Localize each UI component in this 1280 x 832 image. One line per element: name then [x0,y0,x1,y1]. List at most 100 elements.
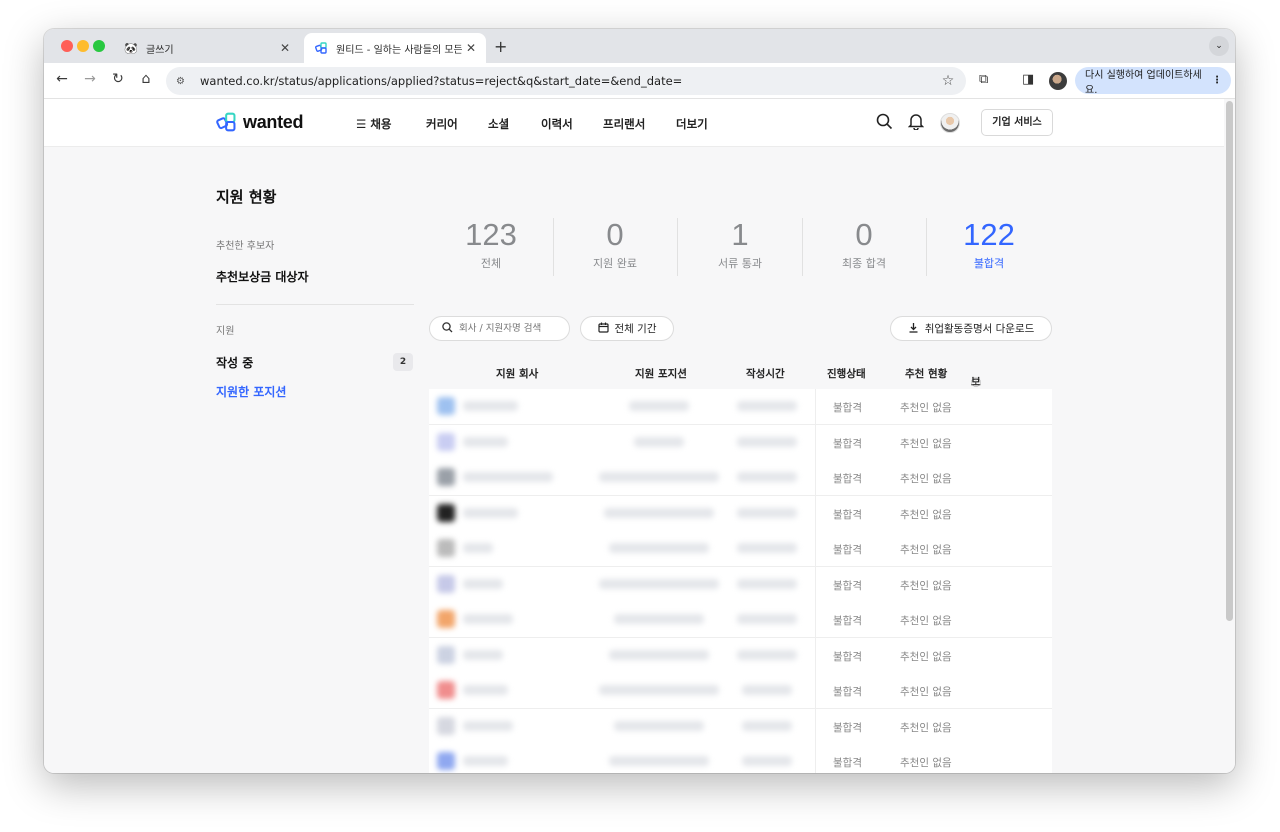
bell-icon[interactable] [907,113,925,134]
tab-search-chevron-icon[interactable]: ⌄ [1209,36,1229,56]
position-redacted [629,401,689,411]
table-row[interactable]: 불합격 추천인 없음 [429,460,1052,496]
forward-icon[interactable]: → [80,71,100,87]
table-row[interactable]: 불합격 추천인 없음 [429,708,1052,745]
nav-item-career[interactable]: 커리어 [426,116,458,132]
created-time-redacted [742,720,792,731]
status-cell: 불합격 [833,650,862,663]
wanted-logo[interactable]: wanted [216,111,304,133]
nav-item-jobs[interactable]: ☰ 채용 [356,116,391,132]
nav-item-more[interactable]: 더보기 [676,116,708,132]
minimize-window-button[interactable] [77,40,89,52]
nav-item-resume[interactable]: 이력서 [541,116,573,132]
table-row[interactable]: 불합격 추천인 없음 [429,602,1052,638]
table-header: 지원 회사 지원 포지션 작성시간 진행상태 추천 현황 보상금 신청 ⓘ [429,358,1052,448]
applications-label: 지원 [216,326,235,337]
column-divider [815,495,816,532]
stat-value: 123 [465,217,517,252]
company-name-redacted [463,472,553,482]
url-text[interactable]: wanted.co.kr/status/applications/applied… [200,74,938,88]
tab-wanted[interactable]: 원티드 - 일하는 사람들의 모든 가능 ✕ [304,33,486,63]
column-divider [815,531,816,567]
created-time-redacted [737,578,797,589]
extensions-icon[interactable]: ⧉ [979,72,988,87]
tab-write[interactable]: 🐼 글쓰기 ✕ [114,33,300,63]
tab-strip: 🐼 글쓰기 ✕ 원티드 - 일하는 사람들의 모든 가능 ✕ + ⌄ [44,29,1235,63]
created-time-redacted [737,614,797,624]
table-row[interactable]: 불합격 추천인 없음 [429,566,1052,603]
stat-value: 1 [731,217,749,252]
back-icon[interactable]: ← [52,71,72,87]
table-row[interactable]: 불합격 추천인 없음 [429,744,1052,773]
search-box[interactable] [429,316,570,341]
site-info-icon[interactable]: ⚙ [176,76,192,87]
scrollbar[interactable] [1226,101,1233,621]
stat-document-passed[interactable]: 1 서류 통과 [678,217,802,271]
page-title: 지원 현황 [216,188,277,206]
company-logo [437,645,455,664]
header-company: 지원 회사 [496,368,539,380]
column-divider [815,602,816,638]
status-cell: 불합격 [833,579,862,592]
close-window-button[interactable] [61,40,73,52]
company-name-redacted [463,649,503,660]
position-redacted [614,614,704,624]
stat-total[interactable]: 123 전체 [429,217,553,271]
company-logo [437,752,455,770]
nav-item-freelancer[interactable]: 프리랜서 [603,116,645,132]
help-icon[interactable]: ⓘ [971,374,981,389]
column-divider [815,673,816,709]
search-icon[interactable] [876,113,893,134]
profile-avatar[interactable] [1049,72,1067,90]
table-row[interactable]: 불합격 추천인 없음 [429,389,1052,425]
corporate-service-button[interactable]: 기업 서비스 [981,109,1053,136]
table-row[interactable]: 불합격 추천인 없음 [429,637,1052,674]
reload-icon[interactable]: ↻ [108,71,128,87]
update-label: 다시 실행하여 업데이트하세요. [1085,69,1202,96]
side-panel-icon[interactable]: ◨ [1022,72,1034,87]
position-redacted [604,507,714,518]
created-time-redacted [737,436,797,447]
drafts-count-badge: 2 [393,353,413,371]
status-cell: 불합격 [833,402,862,414]
company-name-redacted [463,401,518,411]
calendar-icon [597,322,609,336]
stat-rejected[interactable]: 122 불합격 [927,217,1051,271]
column-divider [815,424,816,461]
table-row[interactable]: 불합격 추천인 없음 [429,673,1052,709]
stat-final-passed[interactable]: 0 최종 합격 [802,217,926,271]
period-filter-button[interactable]: 전체 기간 [580,316,674,341]
download-certificate-button[interactable]: 취업활동증명서 다운로드 [890,316,1052,341]
created-time-redacted [742,685,792,695]
table-row[interactable]: 불합격 추천인 없음 [429,424,1052,461]
sidebar-divider [216,304,414,305]
sidebar-item-drafts[interactable]: 작성 중 [216,354,253,371]
status-cell: 불합격 [833,508,862,521]
update-button[interactable]: 다시 실행하여 업데이트하세요. ⋮ [1075,67,1231,96]
status-cell: 불합격 [833,615,862,627]
stat-value: 0 [606,217,624,252]
stat-label: 전체 [480,257,502,270]
user-avatar[interactable] [940,113,960,133]
close-tab-icon[interactable]: ✕ [276,41,294,55]
address-bar[interactable]: ⚙ wanted.co.kr/status/applications/appli… [166,67,966,95]
company-name-redacted [463,436,508,447]
company-logo [437,574,455,593]
recommended-candidates-label: 추천한 후보자 [216,241,275,252]
sidebar-item-referral-reward[interactable]: 추천보상금 대상자 [216,268,309,285]
close-tab-icon[interactable]: ✕ [462,41,480,55]
menu-hamburger-icon: ☰ [356,117,367,131]
maximize-window-button[interactable] [93,40,105,52]
table-row[interactable]: 불합격 추천인 없음 [429,495,1052,532]
table-row[interactable]: 불합격 추천인 없음 [429,531,1052,567]
bookmark-star-icon[interactable]: ☆ [938,73,958,89]
home-icon[interactable]: ⌂ [136,71,156,87]
nav-item-social[interactable]: 소셜 [488,116,509,132]
new-tab-button[interactable]: + [494,37,507,56]
browser-toolbar: ← → ↻ ⌂ ⚙ wanted.co.kr/status/applicatio… [44,63,1235,99]
browser-window: 🐼 글쓰기 ✕ 원티드 - 일하는 사람들의 모든 가능 ✕ + ⌄ ← → ↻… [44,29,1235,773]
search-input[interactable] [459,323,563,334]
stat-label: 최종 합격 [842,257,886,270]
stat-applied[interactable]: 0 지원 완료 [553,217,677,271]
sidebar-item-applied-positions[interactable]: 지원한 포지션 [216,383,286,400]
